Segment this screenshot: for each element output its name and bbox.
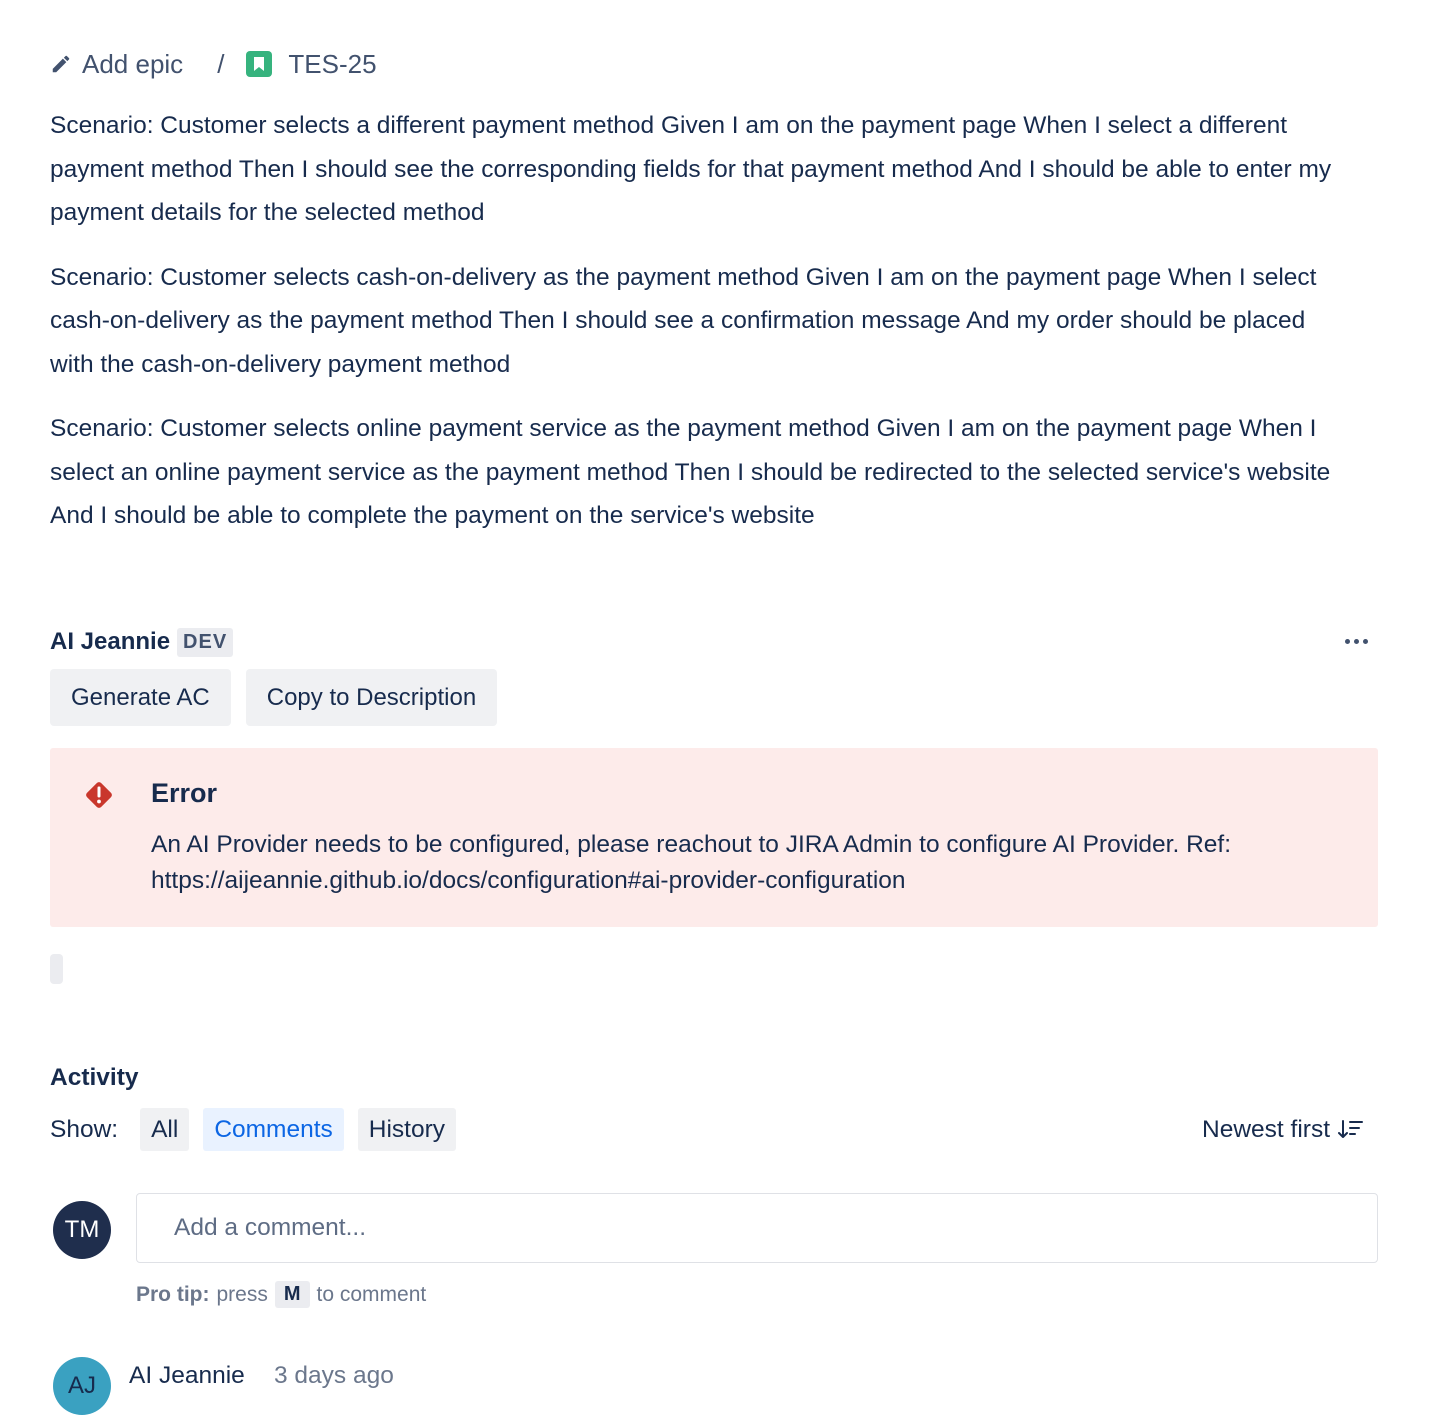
ai-jeannie-header: AI Jeannie DEV [50, 622, 1378, 662]
ai-panel-title: AI Jeannie [50, 628, 171, 655]
pro-tip-label: Pro tip: [136, 1282, 210, 1306]
more-options-button[interactable] [1338, 626, 1374, 656]
error-icon [86, 782, 112, 808]
sort-label: Newest first [1202, 1115, 1330, 1143]
dot-icon [1353, 638, 1359, 644]
empty-chip [50, 954, 63, 984]
ai-actions: Generate AC Copy to Description [50, 669, 512, 726]
pro-tip-text: press [216, 1282, 268, 1306]
pencil-icon [52, 55, 70, 73]
error-text: An AI Provider needs to be configured, p… [151, 831, 1231, 894]
dot-icon [1362, 638, 1368, 644]
comment-input[interactable]: Add a comment... [136, 1193, 1378, 1263]
description-paragraph: Scenario: Customer selects cash-on-deliv… [50, 263, 1317, 378]
current-user-avatar: TM [53, 1201, 111, 1259]
keyboard-shortcut-key: M [274, 1281, 310, 1308]
story-icon [246, 51, 273, 77]
error-message: Error An AI Provider needs to be configu… [50, 748, 1378, 927]
issue-key: TES-25 [288, 48, 377, 79]
pro-tip-text: to comment [316, 1282, 427, 1306]
filter-history-button[interactable]: History [357, 1108, 457, 1151]
activity-filters: Show: All Comments History [50, 1108, 470, 1151]
error-title: Error [151, 778, 218, 808]
add-epic-label: Add epic [82, 48, 184, 79]
description-paragraph: Scenario: Customer selects a different p… [50, 112, 1332, 226]
activity-title: Activity [50, 1064, 139, 1091]
dot-icon [1344, 638, 1350, 644]
comment-author-name[interactable]: AI Jeannie [129, 1362, 245, 1390]
issue-description[interactable]: Scenario: Customer selects a different p… [50, 104, 1350, 559]
sort-order-button[interactable]: Newest first [1202, 1108, 1364, 1151]
generate-ac-button[interactable]: Generate AC [50, 669, 231, 726]
sort-descending-icon [1338, 1119, 1363, 1138]
add-epic-link[interactable]: Add epic [50, 49, 183, 80]
dev-badge: DEV [177, 627, 234, 657]
copy-to-description-button[interactable]: Copy to Description [245, 669, 498, 726]
breadcrumb-separator: / [217, 48, 225, 79]
pro-tip: Pro tip: press M to comment [136, 1281, 426, 1308]
issue-key-link[interactable]: TES-25 [246, 48, 377, 80]
description-paragraph: Scenario: Customer selects online paymen… [50, 415, 1331, 529]
filter-all-button[interactable]: All [140, 1108, 190, 1151]
comment-timestamp[interactable]: 3 days ago [274, 1362, 394, 1390]
comment-author-avatar: AJ [53, 1357, 111, 1415]
filter-comments-button[interactable]: Comments [203, 1108, 344, 1151]
show-label: Show: [50, 1115, 119, 1143]
breadcrumb: Add epic / TES-25 [50, 44, 377, 84]
